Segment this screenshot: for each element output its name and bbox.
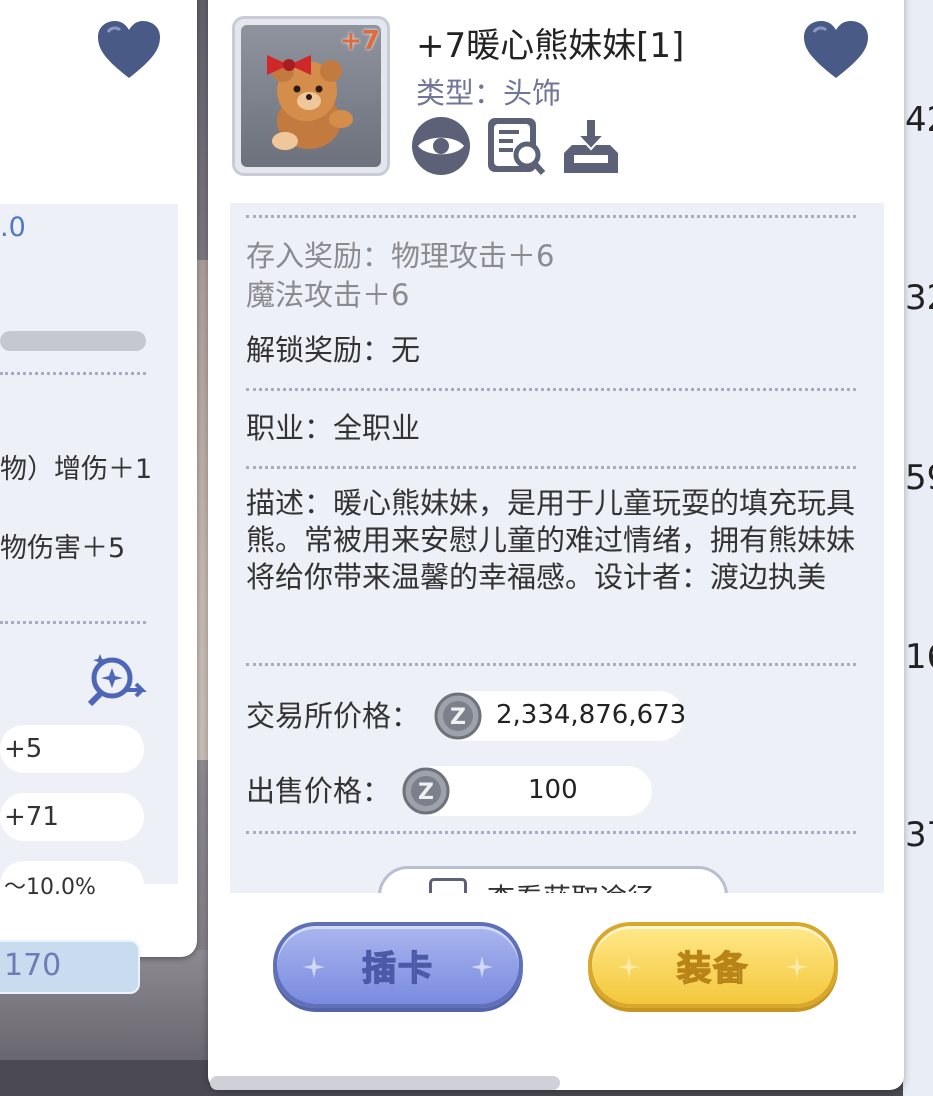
insert-card-button[interactable]: 插卡 — [273, 922, 523, 1008]
item-type-label: 类型： — [416, 76, 504, 110]
view-source-button[interactable]: 查看获取途径 — [378, 866, 728, 893]
inventory-strip — [903, 0, 933, 1096]
zeny-coin-icon: Z — [402, 767, 450, 815]
horizontal-scrollbar[interactable] — [210, 1076, 560, 1090]
stat-line-2: 物伤害＋5 — [0, 533, 126, 564]
item-detail-panel: 存入奖励：物理攻击＋6 魔法攻击＋6 解锁奖励：无 职业：全职业 描述：暖心熊妹… — [230, 203, 884, 893]
level-badge: 170 — [0, 940, 140, 994]
sparkle-icon — [303, 956, 325, 978]
stat-line-1: 物）增伤＋1 — [0, 454, 153, 485]
eye-icon[interactable] — [410, 115, 472, 177]
deposit-reward-2: 魔法攻击＋6 — [246, 278, 410, 312]
sell-price-label: 出售价格： — [246, 774, 392, 808]
job-requirement: 职业：全职业 — [246, 411, 421, 445]
progress-bar — [0, 331, 146, 351]
item-name: +7暖心熊妹妹[1] — [416, 26, 685, 66]
item-description: 描述：暖心熊妹妹，是用于儿童玩耍的填充玩具熊。常被用来安慰儿童的难过情绪，拥有熊… — [246, 486, 856, 594]
divider — [246, 215, 856, 218]
exchange-price-label: 交易所价格： — [246, 699, 421, 733]
heart-icon[interactable] — [96, 20, 162, 80]
unlock-reward: 解锁奖励：无 — [246, 333, 421, 367]
sparkle-icon — [618, 956, 640, 978]
inventory-count: 32 — [905, 278, 933, 318]
inventory-count: 16 — [905, 637, 933, 677]
divider — [246, 388, 856, 391]
sparkle-icon — [471, 956, 493, 978]
refine-level: +7 — [340, 26, 380, 56]
inventory-count: 37 — [905, 815, 933, 855]
favorite-heart-icon[interactable] — [802, 20, 870, 80]
stat-pill: ～10.0% — [0, 861, 144, 909]
sparkle-icon — [786, 956, 808, 978]
left-stats-area: .0 物）增伤＋1 物伤害＋5 +5 +71 ～10.0% — [0, 204, 178, 909]
document-search-icon[interactable] — [485, 115, 547, 177]
divider — [246, 831, 856, 834]
svg-text:Z: Z — [450, 705, 466, 730]
divider — [246, 663, 856, 666]
item-type-value: 头饰 — [503, 76, 562, 110]
stat-pill: +5 — [0, 725, 144, 773]
divider — [246, 466, 856, 469]
sell-price: 100 — [528, 775, 578, 805]
divider — [0, 372, 146, 375]
item-type: 类型：头饰 — [416, 70, 561, 112]
svg-text:Z: Z — [418, 780, 434, 805]
inventory-count: 42 — [905, 100, 933, 140]
inventory-count: 59 — [905, 458, 933, 498]
divider — [0, 621, 146, 624]
document-icon — [429, 878, 467, 893]
stat-pill: +71 — [0, 793, 144, 841]
insert-card-label: 插卡 — [361, 948, 434, 990]
left-equipment-panel: .0 物）增伤＋1 物伤害＋5 +5 +71 ～10.0% — [0, 0, 197, 957]
enchant-share-icon[interactable] — [82, 648, 152, 708]
deposit-reward: 存入奖励：物理攻击＋6 — [246, 239, 555, 273]
view-source-label: 查看获取途径 — [487, 877, 655, 893]
download-tray-icon[interactable] — [560, 115, 622, 177]
zeny-coin-icon: Z — [434, 692, 482, 740]
exchange-price: 2,334,876,673 — [496, 700, 687, 730]
equip-button[interactable]: 装备 — [588, 922, 838, 1008]
equip-label: 装备 — [676, 948, 749, 990]
stat-value-partial: .0 — [0, 212, 26, 243]
